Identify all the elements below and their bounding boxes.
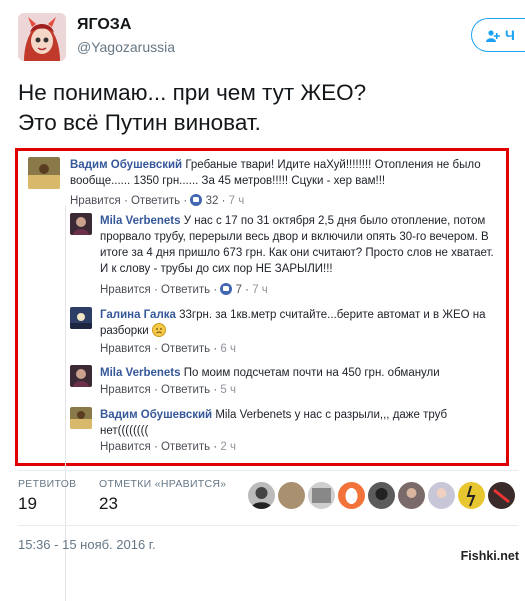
comment-like-link: Нравится: [100, 384, 151, 396]
tweet-header: ЯГОЗА @Yagozarussia Ч: [18, 12, 525, 62]
watermark: Fishki.net: [460, 549, 519, 563]
tweet-text: Не понимаю... при чем тут ЖЕО? Это всё П…: [18, 78, 513, 138]
comment-body: По моим подсчетам почти на 450 грн. обма…: [183, 367, 440, 379]
comment-like-link: Нравится: [100, 343, 151, 355]
comment: Вадим Обушевский Mila Verbenets у нас с …: [70, 407, 500, 459]
comment-time: 7 ч: [252, 284, 268, 296]
follow-person-icon: [486, 21, 500, 51]
liker-avatar[interactable]: [368, 482, 395, 509]
comment-mention: Mila Verbenets: [215, 409, 292, 421]
liker-avatar[interactable]: [398, 482, 425, 509]
likes-label: ОТМЕТКИ «НРАВИТСЯ»: [99, 478, 227, 490]
liker-avatar[interactable]: [278, 482, 305, 509]
comment-text: Вадим Обушевский Mila Verbenets у нас с …: [100, 407, 480, 439]
comment-text: Mila Verbenets По моим подсчетам почти н…: [100, 365, 495, 381]
author-name[interactable]: ЯГОЗА: [77, 16, 131, 34]
comment-like-link: Нравится: [100, 284, 151, 296]
divider: [18, 525, 518, 526]
liker-avatar[interactable]: [248, 482, 275, 509]
commenter-avatar: [70, 307, 92, 329]
comment-like-count: 7: [235, 284, 242, 296]
liker-avatar[interactable]: [458, 482, 485, 509]
liker-avatar[interactable]: [488, 482, 515, 509]
tweet-stats: РЕТВИТОВ 19 ОТМЕТКИ «НРАВИТСЯ» 23: [18, 478, 518, 518]
likes-count: 23: [99, 494, 118, 513]
comment-actions: Нравится · Ответить · 5 ч: [100, 384, 236, 396]
comment-actions: Нравится · Ответить · 32 · 7 ч: [70, 194, 245, 207]
commenter-avatar: [70, 407, 92, 429]
likes-stat[interactable]: ОТМЕТКИ «НРАВИТСЯ» 23: [99, 478, 226, 514]
comment-time: 7 ч: [228, 195, 245, 207]
comment: Вадим Обушевский Гребаные твари! Идите н…: [28, 157, 498, 209]
tweet-timestamp[interactable]: 15:36 - 15 нояб. 2016 г.: [18, 537, 156, 552]
tweet-text-line: Не понимаю... при чем тут ЖЕО?: [18, 80, 367, 105]
commenter-avatar: [70, 365, 92, 387]
comment-time: 5 ч: [220, 384, 236, 396]
comment-like-link: Нравится: [100, 441, 151, 453]
liker-avatar[interactable]: [308, 482, 335, 509]
comment-author: Вадим Обушевский: [100, 409, 213, 421]
liker-avatar[interactable]: [338, 482, 365, 509]
follow-label: Ч: [505, 27, 515, 43]
comment-time: 2 ч: [220, 441, 236, 453]
comment-actions: Нравится · Ответить · 7 · 7 ч: [100, 283, 268, 296]
author-handle[interactable]: @Yagozarussia: [77, 39, 175, 55]
liker-avatar[interactable]: [428, 482, 455, 509]
retweets-count: 19: [18, 494, 37, 513]
comment-author: Mila Verbenets: [100, 367, 181, 379]
comment: Mila Verbenets По моим подсчетам почти н…: [70, 365, 500, 401]
comment-actions: Нравится · Ответить · 6 ч: [100, 343, 236, 355]
comment-reply-link: Ответить: [160, 384, 211, 396]
like-thumb-icon: [190, 194, 203, 206]
comment-like-count: 32: [205, 195, 219, 207]
comment-reply-link: Ответить: [160, 284, 211, 296]
divider: [18, 470, 518, 471]
comment-like-link: Нравится: [70, 195, 121, 207]
comment-text: Галина Галка 33грн. за 1кв.метр считайте…: [100, 307, 495, 339]
follow-button[interactable]: Ч: [471, 18, 525, 52]
comment-author: Вадим Обушевский: [70, 159, 183, 171]
retweets-stat[interactable]: РЕТВИТОВ 19: [18, 478, 76, 514]
comment: Галина Галка 33грн. за 1кв.метр считайте…: [70, 307, 500, 359]
like-thumb-icon: [220, 283, 233, 295]
comment-text: Вадим Обушевский Гребаные твари! Идите н…: [70, 157, 500, 189]
comment-author: Галина Галка: [100, 309, 176, 321]
retweets-label: РЕТВИТОВ: [18, 478, 77, 490]
comment-reply-link: Ответить: [160, 343, 211, 355]
commenter-avatar: [28, 157, 60, 189]
comment-reply-link: Ответить: [130, 195, 181, 207]
sad-emoji-icon: [151, 323, 166, 337]
comment: Mila Verbenets У нас с 17 по 31 октября …: [70, 213, 500, 303]
author-avatar[interactable]: [18, 13, 66, 61]
comment-actions: Нравится · Ответить · 2 ч: [100, 441, 236, 453]
embedded-comments-screenshot[interactable]: Вадим Обушевский Гребаные твари! Идите н…: [15, 148, 509, 601]
commenter-avatar: [70, 213, 92, 235]
tweet-text-line: Это всё Путин виноват.: [18, 110, 261, 135]
comment-author: Mila Verbenets: [100, 215, 181, 227]
comment-text: Mila Verbenets У нас с 17 по 31 октября …: [100, 213, 495, 277]
comment-time: 6 ч: [220, 343, 236, 355]
comment-reply-link: Ответить: [160, 441, 211, 453]
